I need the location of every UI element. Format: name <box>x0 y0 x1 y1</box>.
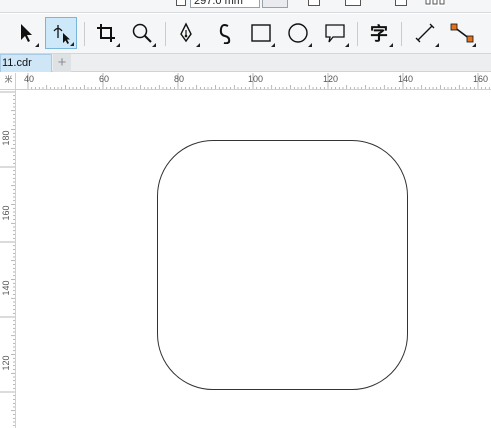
connector-tool-button[interactable] <box>446 17 478 49</box>
hruler-label: 100 <box>248 74 264 84</box>
hruler-label: 140 <box>398 74 414 84</box>
dimension-line-icon <box>415 23 435 43</box>
crop-icon <box>97 24 115 42</box>
hruler-label: 80 <box>174 74 185 84</box>
ellipse-icon <box>288 23 308 43</box>
vertical-ruler[interactable]: 180 160 140 120 <box>0 90 16 428</box>
ellipse-tool-button[interactable] <box>282 17 314 49</box>
page-icon[interactable] <box>395 0 407 6</box>
toolbox: 字 <box>0 14 491 54</box>
text-tool-glyph: 字 <box>370 24 388 45</box>
vruler-label: 180 <box>1 130 11 146</box>
units-dropdown[interactable] <box>262 0 288 8</box>
horizontal-ruler[interactable]: 40 60 80 100 120 140 160 <box>16 73 491 90</box>
document-tab[interactable]: 11.cdr <box>0 54 52 72</box>
pen-tool-button[interactable] <box>170 17 202 49</box>
height-icon <box>176 0 186 6</box>
brush-stroke-icon <box>219 24 231 44</box>
portrait-icon[interactable] <box>308 0 320 6</box>
height-input[interactable]: 297.0 mm <box>190 0 260 8</box>
pen-nib-icon <box>180 22 192 43</box>
shape-edit-icon <box>53 25 70 44</box>
property-bar: 297.0 mm <box>0 0 491 13</box>
crop-tool-button[interactable] <box>90 17 122 49</box>
zoom-tool-button[interactable] <box>126 17 158 49</box>
dimension-tool-button[interactable] <box>409 17 441 49</box>
landscape-icon[interactable] <box>345 0 361 6</box>
pick-tool-button[interactable] <box>9 17 41 49</box>
rectangle-icon <box>251 24 271 42</box>
magnifier-icon <box>132 23 152 43</box>
speech-bubble-icon <box>325 24 345 43</box>
pointer-arrow-icon <box>21 24 32 42</box>
callout-tool-button[interactable] <box>319 17 351 49</box>
text-tool-button[interactable]: 字 <box>363 17 395 49</box>
connector-line-icon <box>450 23 474 43</box>
hruler-label: 60 <box>99 74 110 84</box>
hruler-label: 160 <box>473 74 489 84</box>
rounded-rectangle-shape[interactable] <box>157 140 408 390</box>
hruler-label: 120 <box>323 74 339 84</box>
hruler-label: 40 <box>24 74 35 84</box>
shape-tool-button[interactable] <box>45 17 77 49</box>
add-tab-button[interactable]: + <box>53 54 71 72</box>
artistic-media-tool-button[interactable] <box>208 17 240 49</box>
ruler-corner[interactable]: 毫米 <box>0 73 24 90</box>
vruler-label: 140 <box>1 280 11 296</box>
vruler-label: 120 <box>1 355 11 371</box>
document-tab-bar: 11.cdr + <box>0 54 491 72</box>
pages-icon[interactable] <box>425 0 445 6</box>
vruler-label: 160 <box>1 205 11 221</box>
rectangle-tool-button[interactable] <box>245 17 277 49</box>
